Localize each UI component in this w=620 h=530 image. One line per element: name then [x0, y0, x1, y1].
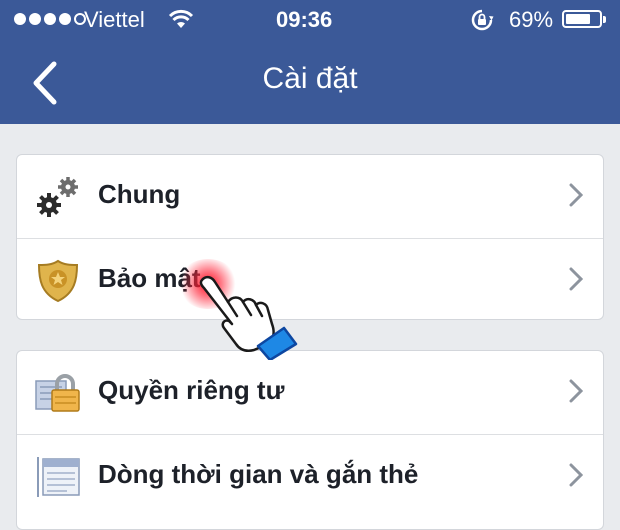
gears-icon — [37, 177, 78, 217]
page-title: Cài đặt — [262, 62, 358, 95]
settings-row-quyen-rieng-tu[interactable]: Quyền riêng tư — [17, 351, 603, 434]
settings-row-label: Chung — [98, 179, 181, 209]
carrier-name: Viettel — [84, 7, 145, 32]
battery-percent: 69% — [509, 7, 554, 32]
timeline-icon — [37, 457, 80, 497]
settings-row-dong-thoi-gian[interactable]: Dòng thời gian và gắn thẻ — [17, 435, 603, 518]
settings-group-privacy: Quyền riêng tư Dòng thời gian và gắn thẻ — [16, 350, 604, 530]
security-badge-icon — [37, 259, 79, 303]
status-bar: Viettel 09:36 69% — [0, 0, 620, 40]
settings-group-general: Chung Bảo mật — [16, 154, 604, 320]
privacy-lock-icon — [35, 374, 80, 412]
chevron-right-icon — [569, 267, 583, 291]
settings-row-bao-mat[interactable]: Bảo mật — [17, 239, 603, 319]
signal-dots-icon — [14, 13, 86, 25]
rotation-lock-icon — [471, 9, 494, 31]
status-time: 09:36 — [276, 7, 333, 32]
wifi-icon — [168, 9, 194, 28]
chevron-right-icon — [569, 379, 583, 403]
chevron-right-icon — [569, 463, 583, 487]
chevron-right-icon — [569, 183, 583, 207]
battery-icon — [562, 10, 606, 28]
tap-hand-icon — [199, 275, 298, 360]
settings-row-chung[interactable]: Chung — [17, 155, 603, 238]
navigation-header: Viettel 09:36 69% Cài đặt — [0, 0, 620, 124]
settings-row-label: Quyền riêng tư — [98, 375, 285, 405]
settings-row-label: Dòng thời gian và gắn thẻ — [98, 459, 419, 489]
